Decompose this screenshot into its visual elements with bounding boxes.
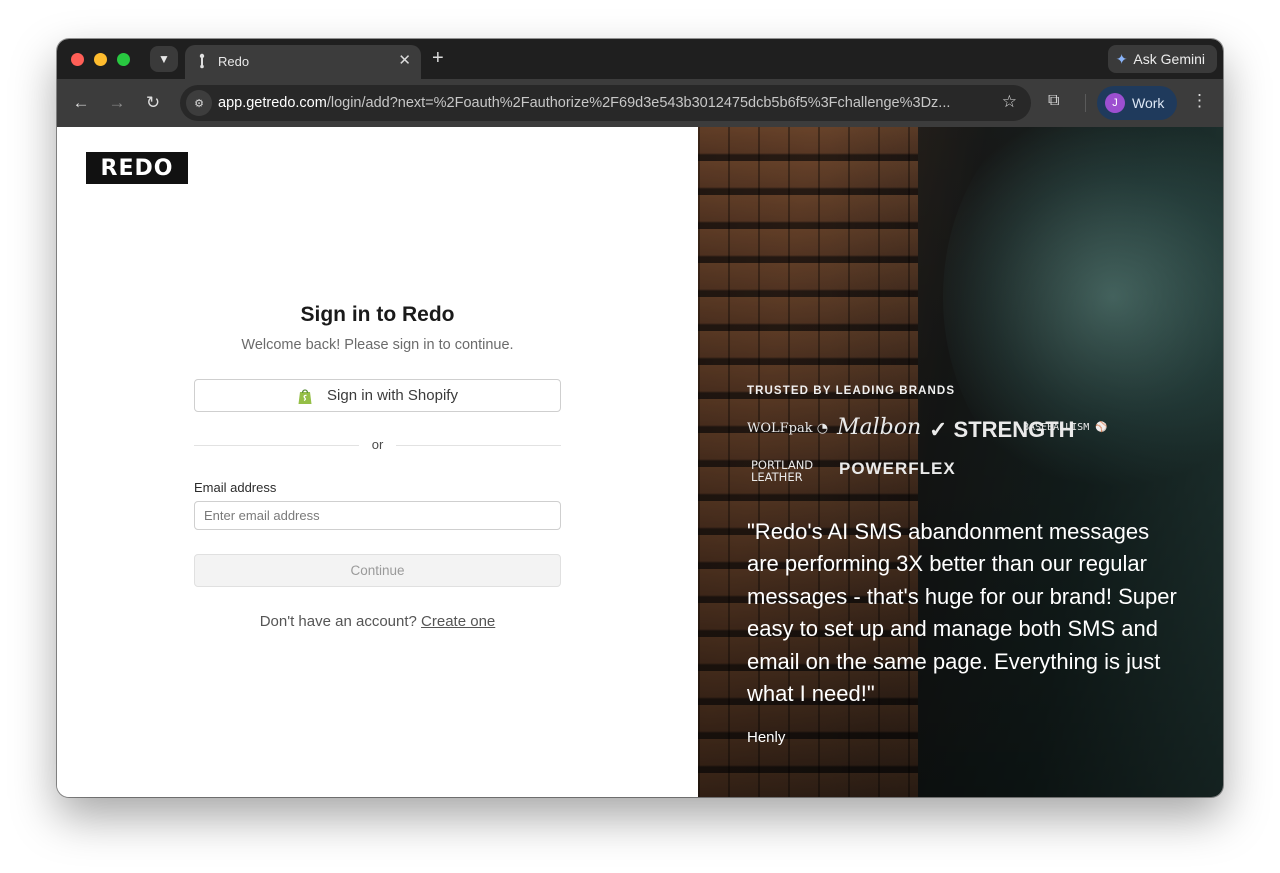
- gemini-sparkle-icon: ✦: [1115, 50, 1128, 67]
- profile-label: Work: [1132, 95, 1165, 111]
- testimonial-author: Henly: [747, 729, 786, 746]
- shopify-bag-icon: [298, 388, 312, 404]
- shopify-sign-in-button[interactable]: Sign in with Shopify: [194, 379, 561, 412]
- portland-leather-logo: PORTLAND LEATHER: [751, 459, 813, 483]
- url-text[interactable]: app.getredo.com/login/add?next=%2Foauth%…: [218, 95, 988, 111]
- redo-favicon-icon: [199, 53, 205, 69]
- browser-toolbar: ← → ↻ ⚙ app.getredo.com/login/add?next=%…: [57, 79, 1223, 127]
- email-field[interactable]: [194, 501, 561, 530]
- email-label: Email address: [194, 480, 277, 495]
- chevron-down-icon[interactable]: ▼: [150, 46, 178, 72]
- maximize-window-button[interactable]: [117, 53, 130, 66]
- or-divider: or: [194, 437, 561, 453]
- new-tab-button[interactable]: +: [432, 47, 444, 69]
- ask-gemini-label: Ask Gemini: [1133, 51, 1205, 67]
- profile-button[interactable]: J Work: [1097, 86, 1177, 120]
- tab-strip: ▼ Redo ✕ + ✦ Ask Gemini: [57, 39, 1223, 79]
- redo-logo[interactable]: REDO: [86, 152, 188, 184]
- site-settings-icon[interactable]: ⚙: [186, 90, 212, 116]
- sign-in-panel: REDO Sign in to Redo Welcome back! Pleas…: [57, 127, 698, 797]
- reload-icon[interactable]: ↻: [141, 91, 165, 115]
- malbon-logo: Malbon: [837, 415, 922, 440]
- trusted-brands-label: TRUSTED BY LEADING BRANDS: [747, 385, 956, 397]
- continue-button[interactable]: Continue: [194, 554, 561, 587]
- puzzle-icon[interactable]: ⧉: [1048, 92, 1068, 112]
- powerflex-logo: POWERFLEX: [839, 459, 956, 478]
- testimonial-quote: "Redo's AI SMS abandonment messages are …: [747, 519, 1177, 707]
- minimize-window-button[interactable]: [94, 53, 107, 66]
- create-account-link[interactable]: Create one: [421, 613, 495, 630]
- toolbar-separator: [1085, 94, 1086, 112]
- browser-window: ▼ Redo ✕ + ✦ Ask Gemini ← → ↻ ⚙ app.getr…: [57, 39, 1223, 797]
- address-bar[interactable]: ⚙ app.getredo.com/login/add?next=%2Foaut…: [180, 85, 1031, 121]
- kebab-menu-icon[interactable]: ⋮: [1191, 91, 1208, 111]
- tab-title: Redo: [218, 54, 250, 69]
- signup-prompt-text: Don't have an account?: [259, 613, 417, 630]
- url-path: /login/add?next=%2Foauth%2Fauthorize%2F6…: [326, 95, 951, 111]
- url-host: app.getredo.com: [218, 95, 327, 111]
- signup-prompt: Don't have an account? Create one: [57, 613, 698, 630]
- divider-line-right: [396, 445, 561, 446]
- baseballism-logo: BASEBALLISM ⚾: [1023, 422, 1108, 433]
- avatar: J: [1105, 93, 1125, 113]
- arrow-left-icon[interactable]: ←: [69, 91, 93, 115]
- arrow-right-icon[interactable]: →: [105, 91, 129, 115]
- close-window-button[interactable]: [71, 53, 84, 66]
- page-subtitle: Welcome back! Please sign in to continue…: [241, 337, 514, 353]
- page-content: REDO Sign in to Redo Welcome back! Pleas…: [57, 127, 1223, 797]
- testimonial-panel: TRUSTED BY LEADING BRANDS WOLFpak ◔ Malb…: [698, 127, 1223, 797]
- close-icon[interactable]: ✕: [398, 51, 411, 69]
- shopify-button-label: Sign in with Shopify: [327, 387, 458, 404]
- portland-line-2: LEATHER: [751, 470, 803, 484]
- star-icon[interactable]: ☆: [1002, 92, 1017, 112]
- tab-redo[interactable]: Redo ✕: [185, 45, 421, 79]
- page-title: Sign in to Redo: [300, 303, 455, 326]
- ask-gemini-button[interactable]: ✦ Ask Gemini: [1107, 45, 1217, 73]
- wolfpak-logo: WOLFpak ◔: [747, 421, 829, 436]
